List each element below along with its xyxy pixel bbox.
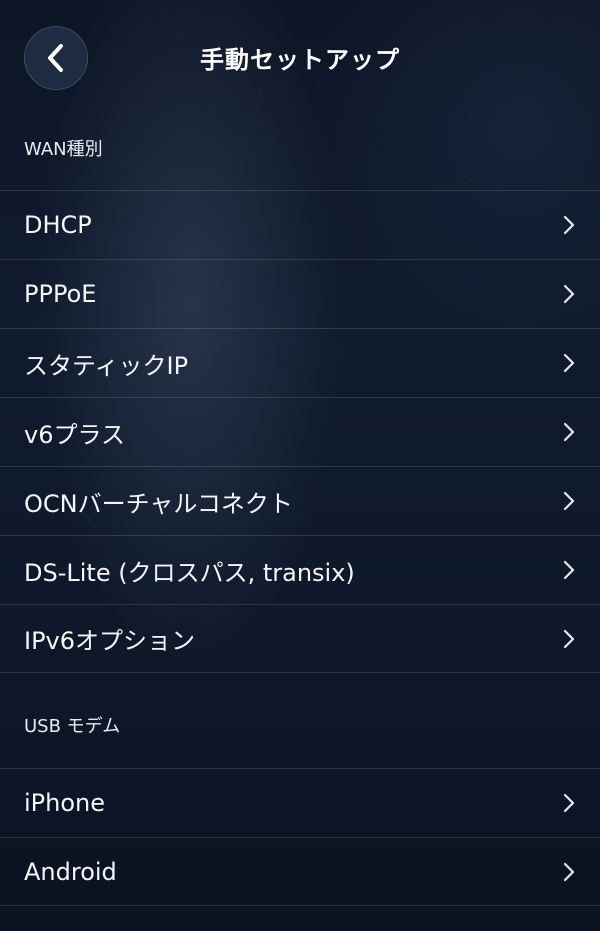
list-item-label: Android [24,857,117,886]
chevron-right-icon [563,491,575,511]
page-title: 手動セットアップ [200,46,400,74]
section-header-usb-modem: USB モデム [24,716,121,737]
list-item-label: iPhone [24,789,106,817]
list-item-label: スタティックIP [24,351,189,380]
list-item-label: OCNバーチャルコネクト [24,489,293,518]
list-item-label: PPPoE [24,280,97,308]
navigation-bar: 手動セットアップ [0,0,600,120]
list-item-v6-plus[interactable]: v6プラス [0,397,600,466]
list-item-label: DHCP [24,211,92,239]
chevron-right-icon [563,862,575,881]
chevron-right-icon [563,215,575,235]
chevron-right-icon [563,793,575,813]
list-item-label: IPv6オプション [24,627,196,655]
list-item-static-ip[interactable]: スタティックIP [0,328,600,397]
list-item-ipv6-option[interactable]: IPv6オプション [0,604,600,673]
wan-type-list: DHCP PPPoE スタティックIP v6プラス OCNバーチャルコネクト D… [0,190,600,673]
chevron-right-icon [563,629,575,648]
chevron-right-icon [563,353,575,373]
list-item-dhcp[interactable]: DHCP [0,190,600,259]
list-item-ocn-virtual-connect[interactable]: OCNバーチャルコネクト [0,466,600,535]
list-item-android[interactable]: Android [0,837,600,906]
usb-modem-list: iPhone Android [0,768,600,906]
list-item-label: DS-Lite (クロスパス, transix) [24,558,355,587]
list-item-pppoe[interactable]: PPPoE [0,259,600,328]
list-item-ds-lite[interactable]: DS-Lite (クロスパス, transix) [0,535,600,604]
chevron-right-icon [563,560,575,580]
chevron-right-icon [563,284,575,304]
list-item-label: v6プラス [24,420,125,449]
chevron-right-icon [563,422,575,442]
section-header-wan: WAN種別 [24,139,103,160]
list-item-iphone[interactable]: iPhone [0,768,600,837]
